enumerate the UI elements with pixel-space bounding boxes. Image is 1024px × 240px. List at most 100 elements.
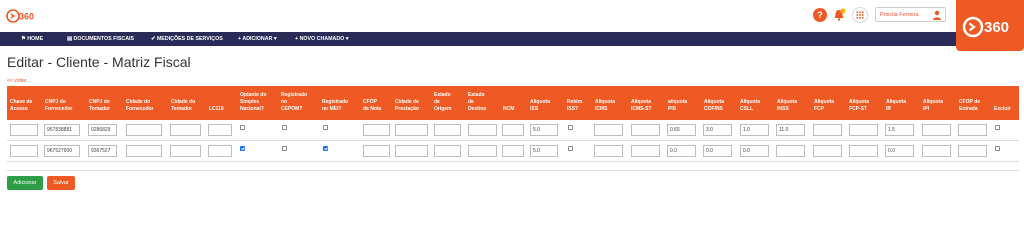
nav-documentos-fiscais[interactable]: ▤ DOCUMENTOS FISCAIS (67, 32, 134, 46)
aliquota-pis-input[interactable]: 0.0 (667, 145, 696, 157)
aliquota-ipi-input[interactable] (922, 124, 951, 136)
col-aliquota-fcp: Aliquota FCP (814, 99, 834, 112)
cfop-input[interactable] (363, 145, 390, 157)
cidade-prestacao-input[interactable] (395, 145, 428, 157)
top-bar: 360 ? Priscila Ferreira (0, 0, 1024, 33)
cepom-checkbox[interactable] (282, 125, 287, 130)
cnpj-tomador-input[interactable]: 0286829 (88, 124, 117, 136)
col-cidade-fornecedor: Cidade do Fornecedor (126, 99, 154, 112)
aliquota-ipi-input[interactable] (922, 145, 951, 157)
save-button[interactable]: Salvar (47, 176, 75, 190)
col-chave-acesso: Chave de Acesso (10, 99, 33, 112)
col-aliquota-icms-st: Aliquota ICMS-ST (631, 99, 652, 112)
user-icon (933, 10, 941, 20)
page-title: Editar - Cliente - Matriz Fiscal (7, 54, 191, 70)
cnpj-fornecedor-input[interactable]: 967527900 (44, 145, 80, 157)
col-estado-origem: Estado de Origem (434, 92, 452, 112)
help-icon[interactable]: ? (812, 7, 828, 23)
retem-iss-checkbox[interactable] (568, 146, 573, 151)
cnpj-fornecedor-input[interactable]: 957838881 (44, 124, 80, 136)
aliquota-icms-input[interactable] (594, 145, 623, 157)
table-header: Chave de Acesso CNPJ do Fornecedor CNPJ … (7, 86, 1019, 120)
col-cfop-nota: CFOP da Nota (363, 99, 382, 112)
aliquota-cofins-input[interactable]: 3.0 (703, 124, 732, 136)
col-cnpj-tomador: CNPJ do Tomador (89, 99, 111, 112)
aliquota-pis-input[interactable]: 0.65 (667, 124, 696, 136)
nav-novo-chamado[interactable]: + NOVO CHAMADO ▾ (295, 32, 348, 46)
lc116-input[interactable] (208, 124, 232, 136)
ncm-input[interactable] (502, 124, 524, 136)
mei-checkbox[interactable] (323, 146, 328, 151)
nav-medicoes-servicos[interactable]: ✔ MEDIÇÕES DE SERVIÇOS (151, 32, 223, 46)
aliquota-ir-input[interactable]: 1.5 (885, 124, 914, 136)
estado-destino-input[interactable] (468, 124, 497, 136)
aliquota-iss-input[interactable]: 5.0 (530, 124, 558, 136)
col-lc116: LC116 (209, 106, 224, 112)
col-cnpj-fornecedor: CNPJ do Fornecedor (45, 99, 73, 112)
cnpj-tomador-input[interactable]: 9367527 (88, 145, 117, 157)
aliquota-fcp-st-input[interactable] (849, 145, 878, 157)
cidade-tomador-input[interactable] (170, 145, 201, 157)
add-button[interactable]: Adicionar (7, 176, 43, 190)
user-name: Priscila Ferreira (880, 12, 919, 18)
estado-origem-input[interactable] (434, 145, 461, 157)
aliquota-fcp-input[interactable] (813, 124, 842, 136)
col-aliquota-icms: Aliquota ICMS (595, 99, 615, 112)
main-nav: ⚑ HOME ▤ DOCUMENTOS FISCAIS ✔ MEDIÇÕES D… (0, 32, 1024, 46)
nav-adicionar[interactable]: + ADICIONAR ▾ (238, 32, 277, 46)
cidade-tomador-input[interactable] (170, 124, 201, 136)
mei-checkbox[interactable] (323, 125, 328, 130)
col-aliquota-inss: Aliquota INSS (777, 99, 797, 112)
back-link[interactable]: << voltar (7, 78, 26, 84)
excluir-checkbox[interactable] (995, 146, 1000, 151)
col-ncm: NCM (503, 106, 515, 112)
estado-origem-input[interactable] (434, 124, 461, 136)
aliquota-inss-input[interactable]: 11.0 (776, 124, 805, 136)
estado-destino-input[interactable] (468, 145, 497, 157)
aliquota-ir-input[interactable]: 0.0 (885, 145, 914, 157)
cfop-entrada-input[interactable] (958, 145, 987, 157)
cfop-input[interactable] (363, 124, 390, 136)
col-aliquota-pis: aliquota PIS (668, 99, 688, 112)
excluir-checkbox[interactable] (995, 125, 1000, 130)
aliquota-icms-input[interactable] (594, 124, 623, 136)
retem-iss-checkbox[interactable] (568, 125, 573, 130)
cidade-prestacao-input[interactable] (395, 124, 428, 136)
bell-icon[interactable] (831, 7, 847, 23)
user-menu-button[interactable]: Priscila Ferreira (875, 7, 946, 22)
col-aliquota-csll: Aliquota CSLL (740, 99, 760, 112)
col-aliquota-ir: Aliquota IR (886, 99, 906, 112)
aliquota-fcp-st-input[interactable] (849, 124, 878, 136)
logo-icon[interactable]: 360 (6, 8, 36, 24)
col-aliquota-fcp-st: Aliquota FCP-ST (849, 99, 869, 112)
table-row: 967527900 9367527 5.0 0.0 0.0 0.0 0.0 (7, 141, 1019, 162)
lc116-input[interactable] (208, 145, 232, 157)
col-optante-simples: Optante do Simples Nacional? (240, 92, 267, 112)
aliquota-icms-st-input[interactable] (631, 145, 660, 157)
apps-grid-icon[interactable] (852, 7, 868, 23)
chave-acesso-input[interactable] (10, 124, 38, 136)
aliquota-csll-input[interactable]: 0.0 (740, 145, 769, 157)
aliquota-icms-st-input[interactable] (631, 124, 660, 136)
aliquota-iss-input[interactable]: 5.0 (530, 145, 558, 157)
ncm-input[interactable] (502, 145, 524, 157)
col-registrado-mei: Registrado no MEI? (322, 99, 349, 112)
aliquota-cofins-input[interactable]: 0.0 (703, 145, 732, 157)
cidade-fornecedor-input[interactable] (126, 145, 162, 157)
cepom-checkbox[interactable] (282, 146, 287, 151)
simples-checkbox[interactable] (240, 146, 245, 151)
corner-logo[interactable]: 360 (956, 0, 1024, 51)
svg-text:?: ? (817, 10, 823, 20)
cfop-entrada-input[interactable] (958, 124, 987, 136)
cidade-fornecedor-input[interactable] (126, 124, 162, 136)
col-cidade-prestacao: Cidade de Prestação (395, 99, 419, 112)
svg-text:360: 360 (984, 19, 1009, 36)
aliquota-fcp-input[interactable] (813, 145, 842, 157)
aliquota-inss-input[interactable] (776, 145, 805, 157)
document-icon: ▤ (67, 36, 73, 42)
nav-home[interactable]: ⚑ HOME (21, 32, 43, 46)
simples-checkbox[interactable] (240, 125, 245, 130)
chevron-down-icon: ▾ (345, 36, 349, 42)
aliquota-csll-input[interactable]: 1.0 (740, 124, 769, 136)
chave-acesso-input[interactable] (10, 145, 38, 157)
